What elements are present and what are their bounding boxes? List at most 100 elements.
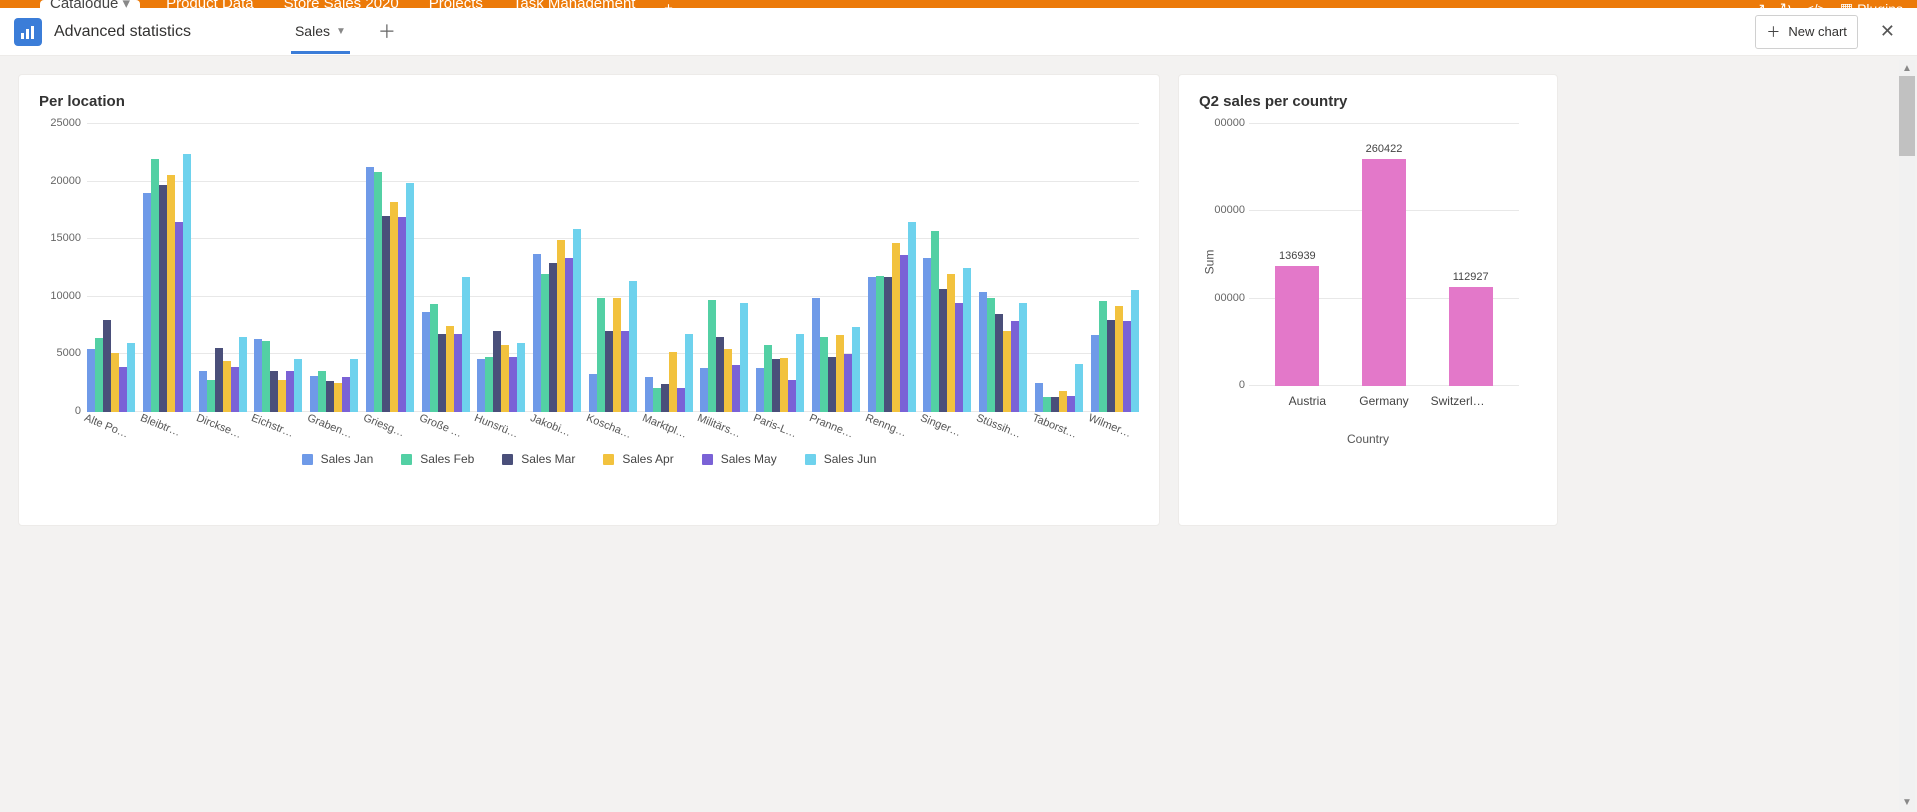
bar [390, 202, 398, 412]
bar [979, 292, 987, 412]
tab-sales[interactable]: Sales ▼ [291, 23, 350, 54]
legend-item[interactable]: Sales Jun [805, 452, 877, 466]
x-tick-label: Marktplatz… [640, 412, 689, 441]
workspace-tab[interactable]: Product Data [162, 0, 258, 8]
legend-swatch [702, 454, 713, 465]
bar [780, 358, 788, 412]
content-area: Per location 0500010000150002000025000 A… [0, 56, 1917, 812]
bar [892, 243, 900, 412]
bar [350, 359, 358, 412]
bar [175, 222, 183, 412]
bar [199, 371, 207, 412]
x-tick-label: Austria [1277, 394, 1337, 408]
bar [995, 314, 1003, 412]
y-axis-title: Sum [1202, 250, 1216, 275]
bar [127, 343, 135, 412]
legend-item[interactable]: Sales Apr [603, 452, 673, 466]
y-tick-label: 0 [1205, 379, 1245, 391]
legend-label: Sales Feb [420, 452, 474, 466]
bar [685, 334, 693, 412]
x-tick-label: Prannerstr… [807, 412, 856, 441]
workspace-tab[interactable]: Store Sales 2020 [280, 0, 403, 8]
refresh-icon[interactable]: ↻ [1780, 0, 1792, 8]
x-tick-label: Singerstra… [919, 412, 968, 441]
workspace-tab[interactable]: Task Management [509, 0, 640, 8]
vertical-scrollbar[interactable]: ▲ ▼ [1899, 60, 1915, 810]
bar [294, 359, 302, 412]
workspace-tab[interactable]: Projects [425, 0, 487, 8]
bar [1123, 321, 1131, 412]
bar [462, 277, 470, 412]
x-tick-label: Taborstraß… [1031, 412, 1080, 441]
bar [939, 289, 947, 412]
legend-item[interactable]: Sales Mar [502, 452, 575, 466]
bar [661, 384, 669, 412]
add-workspace-tab[interactable]: + [661, 0, 675, 8]
bar [1003, 331, 1011, 412]
bar [756, 368, 764, 412]
bar [509, 357, 517, 412]
y-tick-label: 0 [41, 405, 81, 417]
bar [947, 274, 955, 412]
plus-icon: ＋ [1766, 22, 1780, 42]
bar [493, 331, 501, 412]
y-tick-label: 20000 [41, 175, 81, 187]
bar [454, 334, 462, 412]
x-tick-label: Wilmersdor… [1086, 412, 1135, 441]
legend-label: Sales May [721, 452, 777, 466]
bar-group [477, 331, 525, 412]
bar [1115, 306, 1123, 412]
bar [1051, 397, 1059, 412]
bar [167, 175, 175, 412]
bar-group [923, 231, 971, 412]
legend-item[interactable]: Sales May [702, 452, 777, 466]
legend-item[interactable]: Sales Feb [401, 452, 474, 466]
bar [231, 367, 239, 412]
bar [1275, 266, 1319, 386]
scroll-up-icon[interactable]: ▲ [1899, 60, 1915, 76]
legend-swatch [805, 454, 816, 465]
bar [828, 357, 836, 412]
card-q2-country: Q2 sales per country Sum 000000000000000… [1178, 74, 1558, 526]
bar [812, 298, 820, 412]
bar-group [533, 229, 581, 412]
bar [318, 371, 326, 412]
new-chart-label: New chart [1788, 24, 1847, 39]
bar [159, 185, 167, 412]
bar-value-label: 136939 [1279, 250, 1316, 262]
bar-group [700, 300, 748, 412]
bar [844, 354, 852, 412]
bar-group [589, 281, 637, 412]
bar [111, 353, 119, 412]
legend-label: Sales Jun [824, 452, 877, 466]
code-icon[interactable]: </> [1806, 1, 1826, 9]
scroll-down-icon[interactable]: ▼ [1899, 794, 1915, 810]
new-chart-button[interactable]: ＋ New chart [1755, 15, 1858, 49]
bar-group [868, 222, 916, 412]
bar-group [645, 334, 693, 412]
legend-item[interactable]: Sales Jan [302, 452, 374, 466]
bar [422, 312, 430, 412]
bar [876, 276, 884, 412]
chevron-down-icon: ▾ [118, 0, 130, 8]
close-button[interactable]: ✕ [1874, 21, 1901, 42]
legend: Sales Jan Sales Feb Sales Mar Sales Apr Sale… [39, 452, 1139, 466]
bar-column: 136939 [1269, 250, 1326, 386]
bar-group [199, 337, 247, 412]
share-icon[interactable]: ↗ [1754, 0, 1766, 8]
bar-group [756, 334, 804, 412]
plugins-button[interactable]: ▦ Plugins [1840, 0, 1903, 8]
bar-group [422, 277, 470, 412]
bar [1011, 321, 1019, 412]
bar [1131, 290, 1139, 412]
bar [438, 334, 446, 412]
bar [589, 374, 597, 412]
chevron-down-icon: ▼ [336, 26, 346, 37]
bar [732, 365, 740, 412]
bar [215, 348, 223, 413]
workspace-tab[interactable]: Catalogue ▾ [40, 0, 140, 8]
card-title: Per location [39, 93, 1139, 110]
add-tab-button[interactable]: ＋ [378, 23, 396, 41]
bar [183, 154, 191, 412]
scrollbar-thumb[interactable] [1899, 76, 1915, 156]
